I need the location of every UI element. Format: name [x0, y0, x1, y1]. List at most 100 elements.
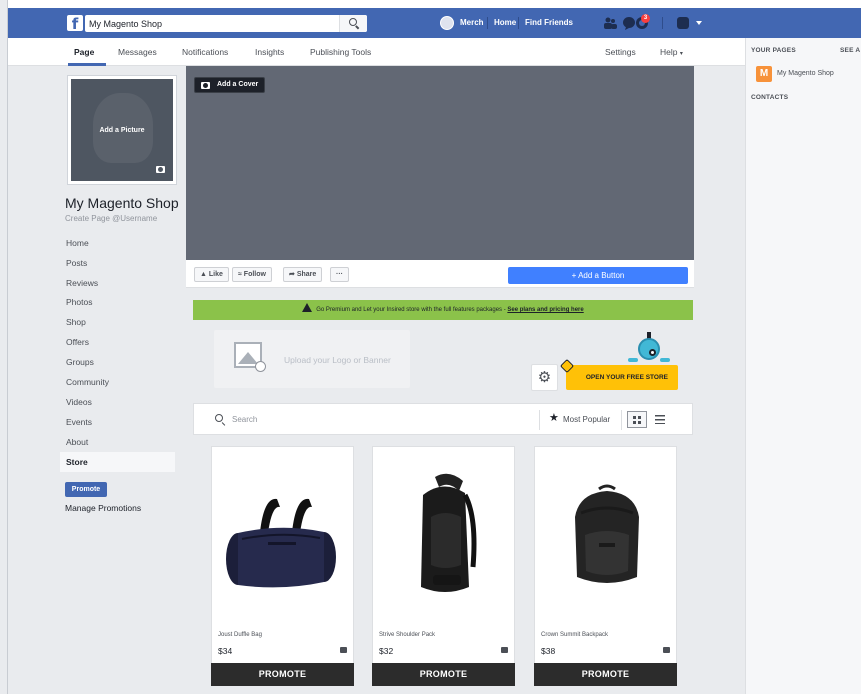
like-icon: ▲ [200, 271, 207, 278]
logo-upload-area[interactable]: Upload your Logo or Banner [214, 330, 410, 388]
facebook-logo-icon[interactable]: f [67, 15, 83, 31]
tab-insights[interactable]: Insights [255, 47, 284, 57]
page-avatar[interactable]: M [756, 66, 772, 82]
more-options-button[interactable]: ··· [330, 267, 349, 282]
gear-icon[interactable]: ⚙ [531, 364, 558, 391]
follow-button[interactable]: ≈ Follow [232, 267, 272, 282]
search-input[interactable] [89, 17, 339, 30]
sidebar-item-photos[interactable]: Photos [60, 292, 175, 312]
store-search-input[interactable]: Search [232, 415, 257, 424]
top-bar: f Merch Home Find Friends 3 [8, 8, 861, 38]
camera-icon[interactable] [340, 647, 347, 653]
robot-mascot-icon [628, 332, 670, 366]
backpack-image [575, 484, 639, 583]
open-store-button[interactable]: OPEN YOUR FREE STORE [559, 358, 678, 390]
add-cover-label: Add a Cover [217, 81, 259, 88]
search-button[interactable] [339, 15, 367, 32]
divider [518, 17, 519, 29]
divider [487, 17, 488, 29]
sidebar-item-shop[interactable]: Shop [60, 312, 175, 332]
sidebar-item-store[interactable]: Store [60, 452, 175, 472]
product-price: $38 [541, 646, 556, 656]
tab-page[interactable]: Page [74, 47, 94, 57]
create-username-link[interactable]: Create Page @Username [65, 214, 157, 223]
upload-logo-label: Upload your Logo or Banner [284, 355, 391, 365]
sidebar-item-community[interactable]: Community [60, 372, 175, 392]
find-friends-link[interactable]: Find Friends [525, 18, 573, 27]
profile-picture[interactable]: Add a Picture [68, 76, 176, 184]
add-a-button[interactable]: + Add a Button [508, 267, 688, 284]
global-search[interactable] [85, 15, 367, 32]
help-menu[interactable]: Help ▾ [660, 47, 683, 57]
your-pages-heading: YOUR PAGES [751, 47, 796, 54]
screen-edge [0, 0, 8, 694]
sidebar-item-offers[interactable]: Offers [60, 332, 175, 352]
share-label: Share [296, 271, 317, 278]
follow-label: Follow [243, 271, 266, 278]
product-price: $34 [218, 646, 233, 656]
sidebar-item-groups[interactable]: Groups [60, 352, 175, 372]
product-card[interactable]: Strive Shoulder Pack $32 PROMOTE [372, 446, 515, 686]
help-icon[interactable] [676, 16, 690, 30]
sidebar-item-events[interactable]: Events [60, 412, 175, 432]
page-action-bar: ▲ Like ≈ Follow ➦ Share ··· + Add a Butt… [186, 260, 694, 288]
tab-publishing-tools[interactable]: Publishing Tools [310, 47, 371, 57]
divider [539, 410, 540, 430]
page-title: My Magento Shop [65, 195, 179, 211]
divider [621, 410, 622, 430]
warning-icon [302, 303, 313, 312]
profile-link[interactable]: Merch [460, 18, 484, 27]
share-button[interactable]: ➦ Share [283, 267, 323, 282]
search-icon [349, 18, 357, 26]
your-page-link[interactable]: My Magento Shop [777, 70, 834, 77]
tab-notifications[interactable]: Notifications [182, 47, 228, 57]
help-label: Help [660, 47, 678, 57]
avatar[interactable] [440, 16, 454, 30]
settings-link[interactable]: Settings [605, 47, 636, 57]
camera-icon[interactable] [663, 647, 670, 653]
sidebar-item-reviews[interactable]: Reviews [60, 273, 175, 293]
duffle-bag-image [226, 498, 336, 588]
share-icon: ➦ [289, 271, 295, 278]
like-button[interactable]: ▲ Like [194, 267, 229, 282]
robot-eye [649, 349, 656, 356]
see-all-link[interactable]: SEE A [840, 47, 860, 54]
product-name[interactable]: Joust Duffle Bag [218, 632, 262, 638]
add-picture-label[interactable]: Add a Picture [71, 127, 173, 134]
messages-icon[interactable] [622, 16, 636, 30]
product-price: $32 [379, 646, 394, 656]
product-promote-button[interactable]: PROMOTE [211, 663, 354, 686]
account-caret-icon[interactable] [696, 21, 702, 25]
robot-head [638, 338, 660, 360]
add-cover-button[interactable]: Add a Cover [194, 77, 266, 93]
list-view-icon[interactable] [650, 411, 670, 428]
product-card[interactable]: Joust Duffle Bag $34 PROMOTE [211, 446, 354, 686]
product-card[interactable]: Crown Summit Backpack $38 PROMOTE [534, 446, 677, 686]
shoulder-pack-image [421, 473, 477, 592]
manage-promotions-link[interactable]: Manage Promotions [65, 503, 141, 513]
product-promote-button[interactable]: PROMOTE [534, 663, 677, 686]
robot-arm [628, 358, 638, 362]
grid-view-icon[interactable] [627, 411, 647, 428]
camera-icon[interactable] [501, 647, 508, 653]
robot-arm [660, 358, 670, 362]
store-toolbar: Search ★ Most Popular [193, 403, 693, 435]
friend-requests-icon[interactable] [603, 16, 617, 30]
product-name[interactable]: Strive Shoulder Pack [379, 632, 435, 638]
tab-messages[interactable]: Messages [118, 47, 157, 57]
right-column: YOUR PAGES SEE A M My Magento Shop CONTA… [745, 38, 861, 694]
plans-pricing-link[interactable]: See plans and pricing here [507, 307, 583, 313]
home-link[interactable]: Home [494, 18, 516, 27]
sidebar-item-home[interactable]: Home [60, 233, 175, 253]
product-name[interactable]: Crown Summit Backpack [541, 632, 608, 638]
like-label: Like [208, 271, 223, 278]
sidebar-item-about[interactable]: About [60, 432, 175, 452]
product-promote-button[interactable]: PROMOTE [372, 663, 515, 686]
page-nav: Page Messages Notifications Insights Pub… [8, 38, 745, 66]
promote-button[interactable]: Promote [65, 482, 107, 497]
sort-dropdown[interactable]: Most Popular [563, 415, 610, 424]
camera-icon[interactable] [156, 166, 165, 173]
sidebar-item-videos[interactable]: Videos [60, 392, 175, 412]
chevron-down-icon: ▾ [679, 51, 683, 57]
sidebar-item-posts[interactable]: Posts [60, 253, 175, 273]
